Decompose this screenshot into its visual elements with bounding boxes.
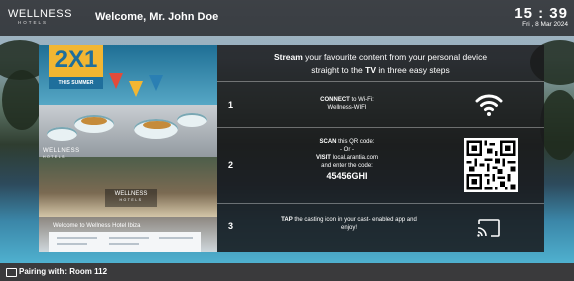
qr-code-icon xyxy=(464,138,518,192)
page-line xyxy=(57,237,97,239)
welcome-message: Welcome, Mr. John Doe xyxy=(95,11,219,23)
pairing-bar: Pairing with: Room 112 xyxy=(0,263,574,281)
promo-webpage-preview xyxy=(49,232,201,252)
headline-line-2: straight to the TV in three easy steps xyxy=(217,65,544,75)
headline-line-1: Stream your favourite content from your … xyxy=(217,52,544,62)
step-text: SCAN this QR code: - Or - VISIT local.ar… xyxy=(277,138,417,182)
cast-icon xyxy=(476,218,502,238)
promo-brand-box-word: WELLNESS xyxy=(114,191,148,197)
pennant-flag xyxy=(109,73,123,89)
cast-icon xyxy=(6,268,17,277)
casting-instructions-card: 2X1 THIS SUMMER WELLNESS HOTELS WELLNESS… xyxy=(39,45,544,252)
wifi-icon xyxy=(475,92,503,118)
page-line xyxy=(109,243,139,245)
step-or: - Or - xyxy=(340,147,354,153)
pennant-flag xyxy=(129,81,143,97)
step-bold: TAP xyxy=(281,217,293,223)
headline-bold-stream: Stream xyxy=(273,52,303,62)
palm-silhouette xyxy=(2,70,42,130)
step-body: enjoy! xyxy=(340,225,357,231)
instructions-panel: Stream your favourite content from your … xyxy=(217,45,544,252)
food xyxy=(81,117,107,125)
step-bold: SCAN xyxy=(319,139,337,145)
clock-date: Fri , 8 Mar 2024 xyxy=(522,21,568,28)
promo-brand-overlay: WELLNESS HOTELS xyxy=(43,148,80,160)
step-body: the casting icon in your cast- enabled a… xyxy=(292,217,417,223)
bowl xyxy=(47,127,77,141)
step-1: 1 CONNECT to Wi-Fi: Wellness-WIFI xyxy=(217,81,544,128)
screen: WELLNESS HOTELS Welcome, Mr. John Doe 15… xyxy=(0,0,574,281)
promo-resort-photo xyxy=(39,157,217,217)
promo-brand-box-sub: HOTELS xyxy=(119,198,143,202)
step-body: this QR code: xyxy=(336,139,375,145)
step-body: and enter the code: xyxy=(321,163,373,169)
step-text: CONNECT to Wi-Fi: Wellness-WIFI xyxy=(277,96,417,112)
step-bold: CONNECT xyxy=(320,97,350,103)
instructions-headline: Stream your favourite content from your … xyxy=(217,45,544,81)
page-line xyxy=(109,237,149,239)
top-bar: WELLNESS HOTELS Welcome, Mr. John Doe 15… xyxy=(0,0,574,36)
clock-time: 15 : 39 xyxy=(514,5,568,22)
food xyxy=(143,121,171,129)
headline-bold-tv: TV xyxy=(365,65,377,75)
wifi-network-name: Wellness-WIFI xyxy=(327,105,367,111)
headline-text: straight to the xyxy=(311,65,366,75)
bowl xyxy=(177,113,207,127)
step-number: 3 xyxy=(228,221,234,231)
headline-text: your favourite content from your persona… xyxy=(302,52,488,62)
promo-brand-box: WELLNESS HOTELS xyxy=(105,189,157,207)
step-bold: VISIT xyxy=(315,155,331,161)
step-3: 3 TAP the casting icon in your cast- ena… xyxy=(217,203,544,253)
step-text: TAP the casting icon in your cast- enabl… xyxy=(269,216,429,232)
headline-text: in three easy steps xyxy=(376,65,450,75)
step-url: local.arantia.com xyxy=(330,155,379,161)
promo-image: 2X1 THIS SUMMER WELLNESS HOTELS WELLNESS… xyxy=(39,45,217,252)
pairing-status: Pairing with: Room 112 xyxy=(19,267,108,276)
page-line xyxy=(57,243,87,245)
step-body: to Wi-Fi: xyxy=(349,97,374,103)
promo-badge-sub: THIS SUMMER xyxy=(49,77,103,89)
pairing-code: 45456GHI xyxy=(326,171,368,181)
logo-wordmark: WELLNESS xyxy=(8,8,72,20)
promo-caption: Welcome to Wellness Hotel Ibiza xyxy=(53,223,141,229)
promo-brand-word: WELLNESS xyxy=(43,148,80,154)
palm-silhouette xyxy=(540,90,574,160)
page-line xyxy=(159,237,193,239)
hotel-logo: WELLNESS HOTELS xyxy=(8,8,88,26)
step-number: 1 xyxy=(228,100,234,110)
clock: 15 : 39 Fri , 8 Mar 2024 xyxy=(514,6,568,29)
step-number: 2 xyxy=(228,160,234,170)
pennant-flag xyxy=(149,75,163,91)
logo-subtext: HOTELS xyxy=(18,20,49,25)
promo-brand-sub: HOTELS xyxy=(43,155,67,159)
